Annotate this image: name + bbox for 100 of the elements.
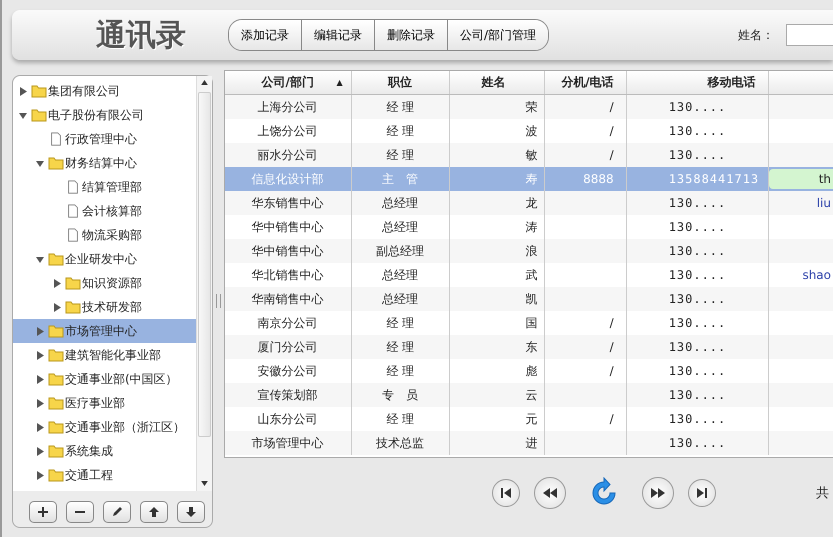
next-page-button[interactable] — [642, 477, 674, 509]
tree-item[interactable]: 电子股份有限公司 — [13, 103, 196, 127]
table-cell: 副总经理 — [376, 242, 424, 260]
tree-item[interactable]: 行政管理中心 — [13, 127, 196, 151]
table-row[interactable]: 宣传策划部 专 员 云 130.... — [224, 383, 833, 407]
table-cell: 130.... — [668, 340, 726, 354]
tree-item[interactable]: 系统集成 — [13, 439, 196, 463]
table-cell: / — [610, 148, 614, 162]
email-field[interactable]: th — [768, 169, 833, 189]
remove-button[interactable] — [66, 501, 94, 523]
previous-page-button[interactable] — [534, 477, 566, 509]
tree-item[interactable]: 集团有限公司 — [13, 79, 196, 103]
folder-icon — [65, 276, 81, 290]
column-header[interactable]: 职位 — [352, 71, 450, 94]
table-cell: / — [610, 412, 614, 426]
table-cell: 华南销售中心 — [252, 290, 324, 308]
expand-arrow-icon[interactable] — [19, 110, 28, 120]
scrollbar[interactable] — [196, 76, 212, 491]
edit-button[interactable] — [103, 501, 131, 523]
last-page-button[interactable] — [688, 479, 716, 507]
tree-item[interactable]: 建筑智能化事业部 — [13, 343, 196, 367]
document-icon — [65, 204, 81, 218]
table-cell: 130.... — [668, 100, 726, 114]
table-cell: 130.... — [668, 196, 726, 210]
table-cell: 华东销售中心 — [252, 194, 324, 212]
first-page-button[interactable] — [492, 479, 520, 507]
expand-arrow-icon[interactable] — [36, 254, 45, 264]
column-header[interactable]: 姓名 — [450, 71, 545, 94]
tree-item[interactable]: 物流采购部 — [13, 223, 196, 247]
tree-item[interactable]: 会计核算部 — [13, 199, 196, 223]
table-cell: 云 — [526, 386, 538, 404]
expand-arrow-icon[interactable] — [53, 278, 62, 288]
table-cell: 经 理 — [386, 98, 414, 116]
table-cell: 经 理 — [386, 146, 414, 164]
expand-arrow-icon[interactable] — [36, 398, 45, 408]
table-row[interactable]: 上海分公司 经 理 荣 / 130.... — [224, 95, 833, 119]
add-button[interactable] — [29, 501, 57, 523]
toolbar-button[interactable]: 添加记录 — [229, 20, 301, 50]
table-cell: 130.... — [668, 388, 726, 402]
expand-arrow-icon[interactable] — [36, 470, 45, 480]
table-cell: 技术总监 — [376, 434, 424, 452]
move-down-button[interactable] — [177, 501, 205, 523]
table-cell: 经 理 — [386, 314, 414, 332]
table-cell: 130.... — [668, 412, 726, 426]
table-row[interactable]: 华东销售中心 总经理 龙 130.... liu — [224, 191, 833, 215]
folder-icon — [48, 420, 64, 434]
splitter-grip[interactable] — [216, 294, 221, 308]
expand-arrow-icon[interactable] — [36, 374, 45, 384]
table-cell: 寿 — [526, 170, 538, 188]
table-cell: 华中销售中心 — [252, 218, 324, 236]
pencil-icon — [111, 506, 123, 518]
table-cell: 130.... — [668, 268, 726, 282]
scroll-down-icon[interactable] — [201, 481, 208, 486]
column-header[interactable]: 公司/部门 ▲ — [224, 71, 352, 94]
tree-item[interactable]: 交通事业部（浙江区） — [13, 415, 196, 439]
table-cell: 130.... — [668, 220, 726, 234]
toolbar-button[interactable]: 删除记录 — [374, 20, 447, 50]
tree-item[interactable]: 结算管理部 — [13, 175, 196, 199]
tree-item[interactable]: 知识资源部 — [13, 271, 196, 295]
tree-item[interactable]: 财务结算中心 — [13, 151, 196, 175]
email-link[interactable]: liu — [816, 196, 833, 210]
table-row[interactable]: 丽水分公司 经 理 敏 / 130.... — [224, 143, 833, 167]
table-cell: 130.... — [668, 292, 726, 306]
table-cell: 华中销售中心 — [252, 242, 324, 260]
folder-icon — [48, 348, 64, 362]
scroll-up-icon[interactable] — [201, 80, 208, 85]
email-link[interactable]: shao — [802, 268, 833, 282]
table-cell: 130.... — [668, 436, 726, 450]
tree-item[interactable]: 医疗事业部 — [13, 391, 196, 415]
expand-arrow-icon[interactable] — [53, 302, 62, 312]
move-up-button[interactable] — [140, 501, 168, 523]
expand-arrow-icon[interactable] — [19, 86, 28, 96]
table-cell: 总经理 — [382, 194, 418, 212]
column-header[interactable]: 移动电话 — [626, 71, 769, 94]
table-row[interactable]: 信息化设计部 主 管 寿 8888 13588441713 th — [224, 167, 833, 191]
expand-arrow-icon[interactable] — [36, 422, 45, 432]
expand-arrow-icon[interactable] — [36, 350, 45, 360]
table-cell: 宣传策划部 — [258, 386, 318, 404]
table-row[interactable]: 市场管理中心 技术总监 进 130.... — [224, 431, 833, 455]
table-cell: 经 理 — [386, 362, 414, 380]
table-cell: 上海分公司 — [258, 98, 318, 116]
column-header[interactable]: 分机/电话 — [544, 71, 627, 94]
toolbar-button[interactable]: 编辑记录 — [301, 20, 374, 50]
tree-item[interactable]: 技术研发部 — [13, 295, 196, 319]
table-cell: 130.... — [668, 124, 726, 138]
expand-arrow-icon[interactable] — [36, 158, 45, 168]
search-field[interactable] — [786, 24, 833, 46]
tree-item[interactable]: 市场管理中心 — [13, 319, 196, 343]
folder-icon — [48, 396, 64, 410]
tree-item[interactable]: 交通事业部(中国区） — [13, 367, 196, 391]
expand-arrow-icon[interactable] — [36, 326, 45, 336]
expand-arrow-icon[interactable] — [36, 446, 45, 456]
table-cell: 经 理 — [386, 338, 414, 356]
table-row[interactable]: 厦门分公司 经 理 东 / 130.... — [224, 335, 833, 359]
tree-item[interactable]: 交通工程 — [13, 463, 196, 487]
toolbar-button[interactable]: 公司/部门管理 — [447, 20, 548, 50]
table-cell: 丽水分公司 — [258, 146, 318, 164]
tree-item[interactable]: 企业研发中心 — [13, 247, 196, 271]
table-row[interactable]: 华南销售中心 总经理 凯 130.... — [224, 287, 833, 311]
table-row[interactable]: 华中销售中心 副总经理 浪 130.... — [224, 239, 833, 263]
